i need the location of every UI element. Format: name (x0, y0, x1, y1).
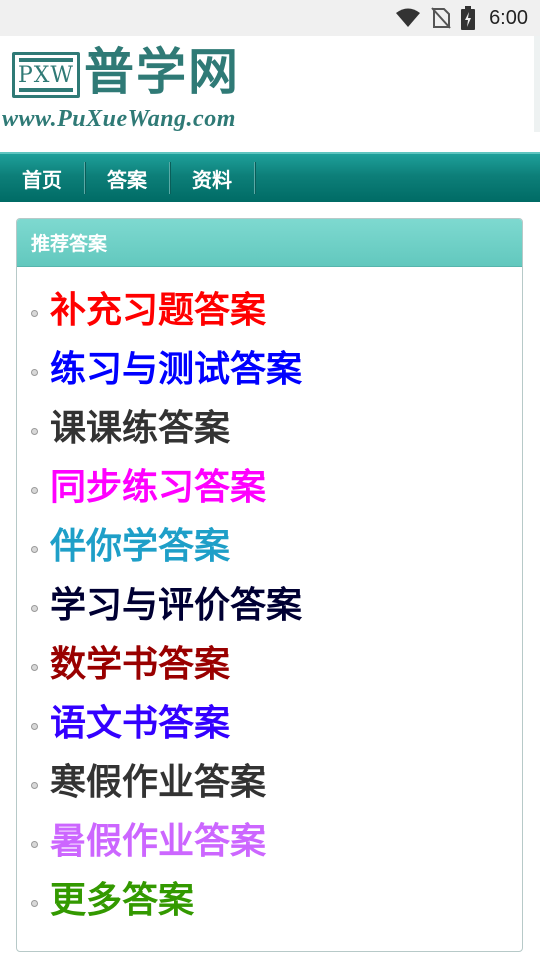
bullet-icon (31, 723, 38, 730)
bullet-icon (31, 664, 38, 671)
list-item: 课课练答案 (17, 399, 522, 458)
nav-item-answers[interactable]: 答案 (85, 162, 170, 194)
nav-item-home[interactable]: 首页 (0, 162, 85, 194)
bullet-icon (31, 782, 38, 789)
logo-badge: PXW (12, 52, 80, 98)
list-item: 同步练习答案 (17, 458, 522, 517)
list-item: 学习与评价答案 (17, 576, 522, 635)
recommended-panel: 推荐答案 补充习题答案 练习与测试答案 课课练答案同步练习答案 伴你学答案学习与评价答… (16, 218, 523, 952)
logo-abbr: PXW (17, 62, 75, 88)
site-header: PXW 普学网 www.PuXueWang.com (0, 36, 540, 136)
list-item: 数学书答案 (17, 635, 522, 694)
list-item: 练习与测试答案 (17, 340, 522, 399)
list-item: 寒假作业答案 (17, 753, 522, 812)
answer-link[interactable]: 暑假作业答案 (50, 820, 266, 864)
answer-link[interactable]: 数学书答案 (50, 643, 230, 687)
logo-url: www.PuXueWang.com (2, 106, 236, 132)
answer-link-list: 补充习题答案 练习与测试答案 课课练答案同步练习答案 伴你学答案学习与评价答案 数学书答… (17, 281, 522, 930)
answer-link[interactable]: 伴你学答案 (50, 525, 230, 569)
bullet-icon (31, 900, 38, 907)
bullet-icon (31, 546, 38, 553)
bullet-icon (31, 310, 38, 317)
list-item: 伴你学答案 (17, 517, 522, 576)
logo-wordmark: 普学网 (84, 42, 240, 101)
main-nav: 首页 答案 资料 (0, 152, 540, 202)
answer-link[interactable]: 课课练答案 (50, 407, 230, 451)
nav-item-materials[interactable]: 资料 (170, 162, 255, 194)
status-icons: 6:00 (395, 0, 528, 36)
bullet-icon (31, 605, 38, 612)
answer-link[interactable]: 补充习题答案 (50, 289, 266, 333)
list-item: 语文书答案 (17, 694, 522, 753)
wifi-icon (395, 8, 421, 28)
bullet-icon (31, 369, 38, 376)
answer-link[interactable]: 语文书答案 (50, 702, 230, 746)
list-item: 暑假作业答案 (17, 812, 522, 871)
site-logo[interactable]: PXW 普学网 www.PuXueWang.com (0, 36, 290, 136)
no-sim-icon (431, 7, 451, 29)
bullet-icon (31, 841, 38, 848)
status-bar: 6:00 (0, 0, 540, 36)
answer-link[interactable]: 同步练习答案 (50, 466, 266, 510)
list-item: 补充习题答案 (17, 281, 522, 340)
answer-link[interactable]: 更多答案 (50, 879, 194, 923)
answer-link[interactable]: 练习与测试答案 (50, 348, 302, 392)
status-time: 6:00 (489, 6, 528, 29)
bullet-icon (31, 428, 38, 435)
list-item: 更多答案 (17, 871, 522, 930)
panel-title: 推荐答案 (17, 219, 522, 267)
bullet-icon (31, 487, 38, 494)
answer-link[interactable]: 寒假作业答案 (50, 761, 266, 805)
header-edge (534, 36, 540, 132)
answer-link[interactable]: 学习与评价答案 (50, 584, 302, 628)
battery-charging-icon (461, 6, 476, 30)
